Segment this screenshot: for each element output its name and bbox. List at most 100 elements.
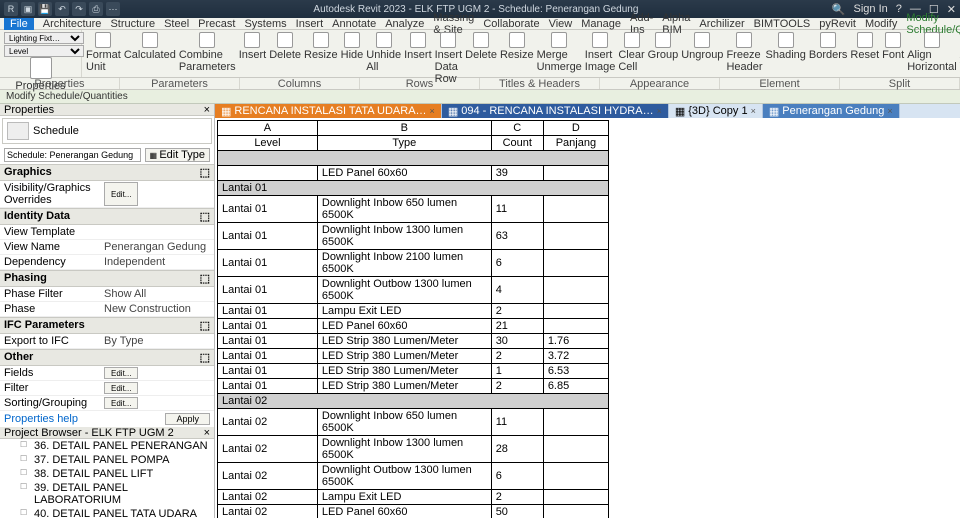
table-row[interactable]: Lantai 01Downlight Outbow 1300 lumen 650… (218, 277, 609, 304)
table-cell[interactable] (543, 463, 608, 490)
type-selector-dropdown[interactable]: Lighting Fixt… (4, 32, 84, 44)
column-letter[interactable]: D (543, 121, 608, 136)
ribbon-button[interactable]: Calculated (124, 32, 176, 61)
property-category[interactable]: IFC Parameters⬚ (0, 317, 214, 334)
view-tab[interactable]: ▦{3D} Copy 1× (669, 104, 763, 118)
table-cell[interactable]: Lantai 02 (218, 490, 318, 505)
ribbon-button[interactable]: Ungroup (681, 32, 723, 61)
table-cell[interactable]: Downlight Inbow 2100 lumen 6500K (317, 250, 491, 277)
ribbon-tab[interactable]: Archilizer (699, 18, 744, 30)
table-cell[interactable]: LED Panel 60x60 (317, 166, 491, 181)
ribbon-tab[interactable]: Collaborate (483, 18, 539, 30)
table-cell[interactable]: 2 (491, 349, 543, 364)
property-row[interactable]: Phase FilterShow All (0, 287, 214, 302)
ribbon-button[interactable]: Resize (304, 32, 338, 61)
table-row[interactable]: Lantai 01Downlight Inbow 650 lumen 6500K… (218, 196, 609, 223)
property-edit-button[interactable]: Edit... (104, 182, 138, 206)
table-row[interactable]: Lantai 01LED Strip 380 Lumen/Meter26.85 (218, 379, 609, 394)
table-cell[interactable]: 50 (491, 505, 543, 518)
qat-redo-icon[interactable]: ↷ (72, 2, 86, 16)
qat-home-icon[interactable]: R (4, 2, 18, 16)
table-cell[interactable]: 11 (491, 409, 543, 436)
qat-open-icon[interactable]: ▣ (21, 2, 35, 16)
table-cell[interactable]: 21 (491, 319, 543, 334)
property-row[interactable]: DependencyIndependent (0, 255, 214, 270)
table-cell[interactable]: 6 (491, 250, 543, 277)
edit-type-button[interactable]: ▦ Edit Type (145, 148, 210, 162)
help-icon[interactable]: ? (896, 3, 902, 15)
group-row[interactable]: Lantai 01 (218, 181, 609, 196)
column-header[interactable]: Type (317, 136, 491, 151)
property-row[interactable]: FieldsEdit... (0, 366, 214, 381)
table-cell[interactable] (218, 166, 318, 181)
table-cell[interactable] (543, 490, 608, 505)
table-cell[interactable]: Lampu Exit LED (317, 490, 491, 505)
table-cell[interactable]: 2 (491, 490, 543, 505)
table-cell[interactable]: Lantai 01 (218, 223, 318, 250)
table-cell[interactable]: Lampu Exit LED (317, 304, 491, 319)
table-cell[interactable]: Lantai 02 (218, 409, 318, 436)
ribbon-tab[interactable]: BIMTOOLS (754, 18, 811, 30)
ribbon-button[interactable]: Borders (809, 32, 848, 61)
ribbon-tab[interactable]: Manage (581, 18, 621, 30)
table-row[interactable]: Lantai 02Lampu Exit LED2 (218, 490, 609, 505)
ribbon-tab[interactable]: Insert (296, 18, 324, 30)
table-cell[interactable]: Downlight Outbow 1300 lumen 6500K (317, 277, 491, 304)
ribbon-button[interactable]: Reset (850, 32, 879, 61)
property-edit-button[interactable]: Edit... (104, 367, 138, 379)
table-cell[interactable]: Downlight Inbow 650 lumen 6500K (317, 409, 491, 436)
table-row[interactable]: Lantai 01Downlight Inbow 2100 lumen 6500… (218, 250, 609, 277)
table-row[interactable]: Lantai 02Downlight Outbow 1300 lumen 650… (218, 463, 609, 490)
tab-close-icon[interactable]: × (751, 106, 756, 116)
table-cell[interactable]: 6.85 (543, 379, 608, 394)
ribbon-button[interactable]: Resize (500, 32, 534, 61)
ribbon-button[interactable]: Group (648, 32, 679, 61)
browser-node[interactable]: 37. DETAIL PANEL POMPA (0, 453, 214, 467)
browser-node[interactable]: 40. DETAIL PANEL TATA UDARA (0, 507, 214, 518)
table-row[interactable]: Lantai 02Downlight Inbow 1300 lumen 6500… (218, 436, 609, 463)
ribbon-button[interactable]: Insert (404, 32, 432, 61)
property-edit-button[interactable]: Edit... (104, 382, 138, 394)
properties-help-link[interactable]: Properties help (4, 413, 78, 425)
table-cell[interactable]: Lantai 01 (218, 334, 318, 349)
browser-node[interactable]: 38. DETAIL PANEL LIFT (0, 467, 214, 481)
property-category[interactable]: Phasing⬚ (0, 270, 214, 287)
apply-button[interactable]: Apply (165, 413, 210, 425)
table-cell[interactable]: Downlight Inbow 1300 lumen 6500K (317, 436, 491, 463)
table-row[interactable]: Lantai 01LED Strip 380 Lumen/Meter16.53 (218, 364, 609, 379)
table-row[interactable]: Lantai 01Downlight Inbow 1300 lumen 6500… (218, 223, 609, 250)
table-cell[interactable]: LED Panel 60x60 (317, 505, 491, 518)
table-cell[interactable]: 1.76 (543, 334, 608, 349)
properties-close-icon[interactable]: × (204, 104, 214, 115)
table-row[interactable]: Lantai 01Lampu Exit LED2 (218, 304, 609, 319)
tab-close-icon[interactable]: × (430, 106, 435, 116)
table-cell[interactable]: LED Strip 380 Lumen/Meter (317, 379, 491, 394)
table-cell[interactable]: LED Strip 380 Lumen/Meter (317, 364, 491, 379)
ribbon-button[interactable]: Align Horizontal (907, 32, 957, 73)
group-row[interactable]: Lantai 02 (218, 394, 609, 409)
table-cell[interactable] (543, 166, 608, 181)
property-row[interactable]: View Template (0, 225, 214, 240)
table-cell[interactable]: 3.72 (543, 349, 608, 364)
ribbon-button[interactable]: Delete (269, 32, 301, 61)
ribbon-tab[interactable]: View (549, 18, 573, 30)
table-cell[interactable]: Lantai 01 (218, 364, 318, 379)
table-cell[interactable]: 4 (491, 277, 543, 304)
column-letter[interactable]: B (317, 121, 491, 136)
ribbon-button[interactable]: Unhide All (366, 32, 401, 73)
column-letter[interactable]: C (491, 121, 543, 136)
ribbon-button[interactable]: Insert Image (585, 32, 616, 73)
view-tab[interactable]: ▦RENCANA INSTALASI TATA UDARA…× (215, 104, 442, 118)
table-cell[interactable]: Lantai 02 (218, 505, 318, 518)
table-cell[interactable]: 28 (491, 436, 543, 463)
property-row[interactable]: Sorting/GroupingEdit... (0, 396, 214, 411)
qat-more-icon[interactable]: ⋯ (106, 2, 120, 16)
table-cell[interactable]: Downlight Inbow 650 lumen 6500K (317, 196, 491, 223)
ribbon-button[interactable]: Combine Parameters (179, 32, 236, 73)
group-row[interactable] (218, 151, 609, 166)
property-row[interactable]: View NamePenerangan Gedung (0, 240, 214, 255)
ribbon-button[interactable]: Hide (341, 32, 364, 61)
level-dropdown[interactable]: Level (4, 45, 84, 57)
table-cell[interactable] (543, 304, 608, 319)
qat-save-icon[interactable]: 💾 (38, 2, 52, 16)
